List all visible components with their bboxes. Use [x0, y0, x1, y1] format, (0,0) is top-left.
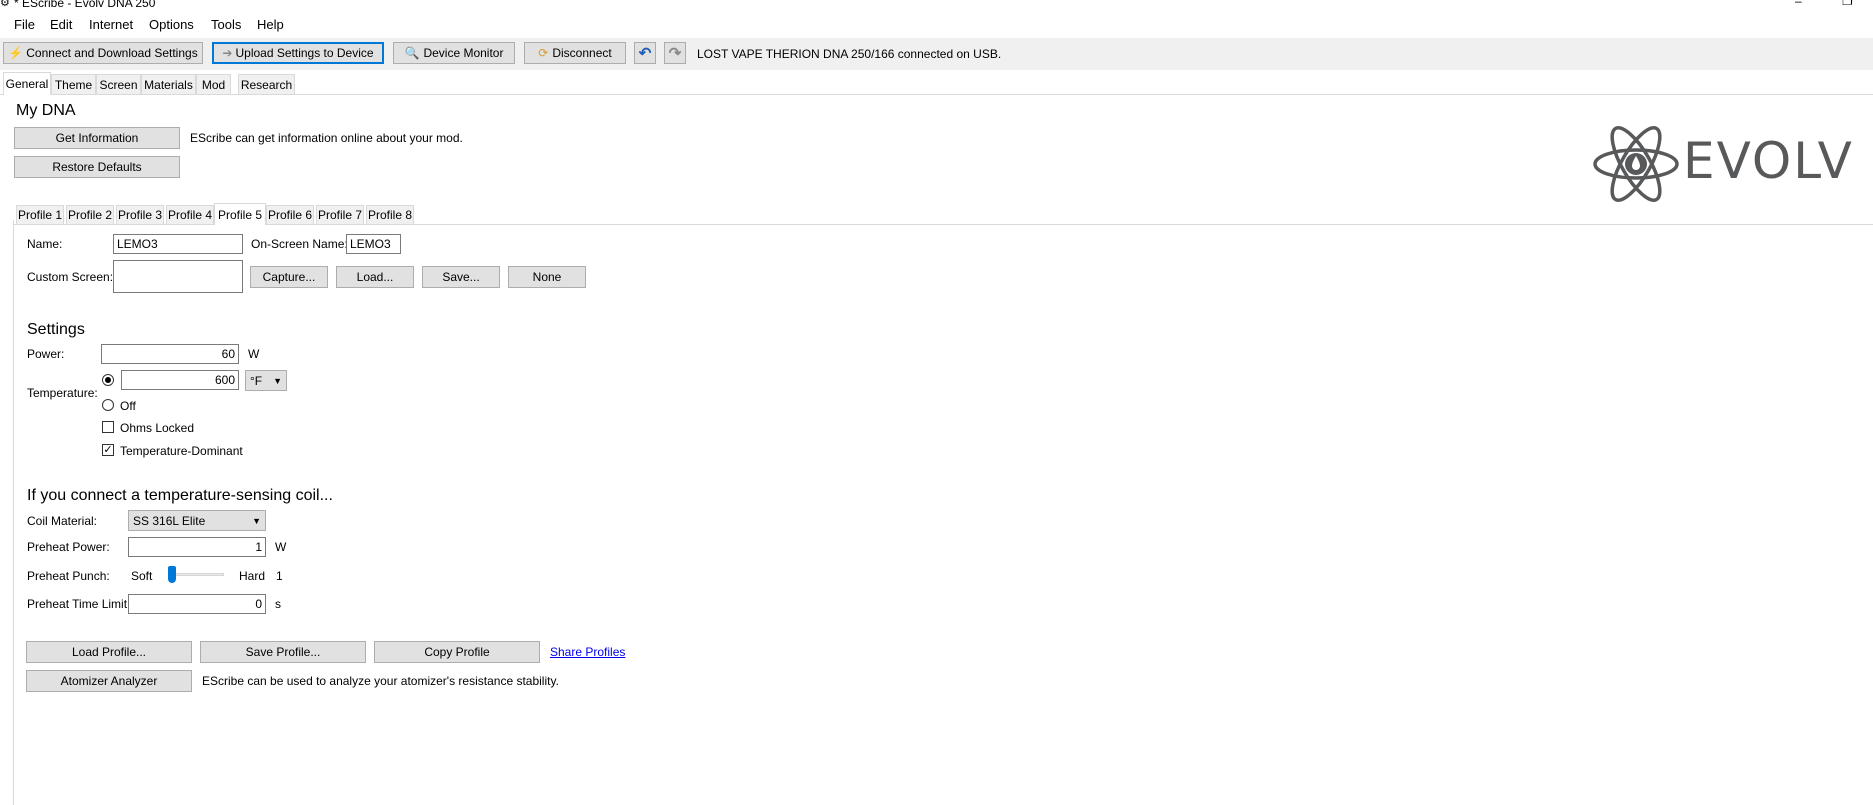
undo-button[interactable]: ↶: [634, 42, 656, 64]
tab-theme[interactable]: Theme: [51, 74, 96, 94]
custom-screen-preview[interactable]: [113, 260, 243, 293]
atomizer-analyzer-desc: EScribe can be used to analyze your atom…: [202, 674, 559, 688]
upload-settings-button[interactable]: ➔ Upload Settings to Device: [212, 42, 384, 64]
connection-status: LOST VAPE THERION DNA 250/166 connected …: [697, 47, 1002, 61]
coil-heading: If you connect a temperature-sensing coi…: [27, 487, 333, 504]
tab-general[interactable]: General: [3, 72, 51, 95]
save-screen-button[interactable]: Save...: [422, 266, 500, 288]
onscreen-name-label: On-Screen Name:: [251, 237, 348, 251]
tab-profile-3[interactable]: Profile 3: [116, 205, 164, 224]
preheat-power-input[interactable]: 1: [128, 537, 266, 557]
get-information-desc: EScribe can get information online about…: [190, 131, 463, 145]
profile-tab-strip: [13, 224, 1873, 225]
disconnect-icon: ⟳: [538, 46, 549, 60]
punch-hard-label: Hard: [239, 569, 266, 583]
download-icon: ⚡: [8, 46, 24, 60]
tab-profile-4[interactable]: Profile 4: [166, 205, 214, 224]
menu-internet[interactable]: Internet: [89, 17, 133, 32]
onscreen-name-input[interactable]: LEMO3: [346, 234, 401, 254]
evolv-logo: EVOLV: [1592, 120, 1873, 208]
undo-icon: ↶: [638, 45, 652, 62]
save-profile-button[interactable]: Save Profile...: [200, 641, 366, 663]
app-icon: ⚙: [0, 0, 10, 9]
tab-profile-5[interactable]: Profile 5: [214, 203, 266, 225]
punch-soft-label: Soft: [131, 569, 153, 583]
tab-profile-7[interactable]: Profile 7: [316, 205, 364, 224]
settings-heading: Settings: [27, 321, 85, 338]
load-screen-button[interactable]: Load...: [336, 266, 414, 288]
chevron-down-icon: ▼: [273, 375, 282, 386]
tab-profile-2[interactable]: Profile 2: [66, 205, 114, 224]
name-input[interactable]: LEMO3: [113, 234, 243, 254]
slider-track: [168, 573, 224, 576]
device-monitor-button[interactable]: 🔍 Device Monitor: [393, 42, 515, 64]
restore-defaults-button[interactable]: Restore Defaults: [14, 156, 180, 178]
preheat-time-input[interactable]: 0: [128, 594, 266, 614]
preheat-time-unit: s: [275, 597, 281, 611]
punch-value: 1: [276, 569, 283, 583]
get-information-button[interactable]: Get Information: [14, 127, 180, 149]
redo-icon: ↷: [668, 45, 682, 62]
tab-materials[interactable]: Materials: [141, 74, 196, 94]
preheat-power-label: Preheat Power:: [27, 540, 110, 554]
power-input[interactable]: 60: [101, 344, 239, 364]
search-icon: 🔍: [404, 46, 420, 60]
ohms-locked-checkbox[interactable]: [102, 421, 114, 433]
tab-profile-1[interactable]: Profile 1: [16, 205, 64, 224]
slider-thumb[interactable]: [168, 566, 176, 583]
preheat-punch-slider[interactable]: [168, 566, 224, 584]
temperature-unit-select[interactable]: °F ▼: [245, 370, 287, 391]
coil-material-select[interactable]: SS 316L Elite ▼: [128, 510, 266, 531]
menu-help[interactable]: Help: [257, 17, 284, 32]
none-screen-button[interactable]: None: [508, 266, 586, 288]
share-profiles-link[interactable]: Share Profiles: [550, 645, 625, 659]
chevron-down-icon: ▼: [252, 515, 261, 526]
menu-options[interactable]: Options: [149, 17, 194, 32]
temperature-off-radio[interactable]: [102, 399, 114, 411]
tab-profile-6[interactable]: Profile 6: [266, 205, 314, 224]
temperature-label: Temperature:: [27, 386, 98, 400]
load-profile-button[interactable]: Load Profile...: [26, 641, 192, 663]
preheat-power-unit: W: [275, 540, 287, 554]
power-label: Power:: [27, 347, 65, 361]
menu-tools[interactable]: Tools: [211, 17, 241, 32]
preheat-punch-label: Preheat Punch:: [27, 569, 110, 583]
copy-profile-button[interactable]: Copy Profile: [374, 641, 540, 663]
logo-text: EVOLV: [1683, 132, 1854, 190]
redo-button[interactable]: ↷: [664, 42, 686, 64]
menu-bar: File Edit Internet Options Tools Help: [0, 14, 1873, 38]
atomizer-analyzer-button[interactable]: Atomizer Analyzer: [26, 670, 192, 692]
checkmark-icon: ✓: [103, 443, 113, 456]
panel-left-border: [13, 220, 14, 805]
custom-screen-label: Custom Screen:: [27, 270, 114, 284]
tab-research[interactable]: Research: [238, 74, 295, 94]
tab-screen[interactable]: Screen: [96, 74, 141, 94]
coil-material-label: Coil Material:: [27, 514, 98, 528]
minimize-icon[interactable]: –: [1795, 0, 1802, 8]
temperature-on-radio[interactable]: [102, 374, 114, 386]
capture-button[interactable]: Capture...: [250, 266, 328, 288]
temperature-input[interactable]: 600: [121, 370, 239, 390]
off-label: Off: [120, 399, 136, 413]
disconnect-button[interactable]: ⟳ Disconnect: [524, 42, 626, 64]
temperature-dominant-label: Temperature-Dominant: [120, 444, 243, 458]
window-title: * EScribe - Evolv DNA 250: [14, 0, 156, 10]
title-bar: ⚙ * EScribe - Evolv DNA 250 – ❐: [0, 0, 1873, 14]
name-label: Name:: [27, 237, 63, 251]
connect-download-button[interactable]: ⚡ Connect and Download Settings: [3, 42, 203, 64]
main-tab-strip: General Theme Screen Materials Mod Resea…: [0, 72, 1873, 95]
atom-logo-icon: [1593, 126, 1679, 202]
toolbar: ⚡ Connect and Download Settings ➔ Upload…: [0, 38, 1873, 70]
menu-file[interactable]: File: [14, 17, 35, 32]
menu-edit[interactable]: Edit: [50, 17, 72, 32]
restore-icon[interactable]: ❐: [1842, 0, 1853, 8]
my-dna-heading: My DNA: [16, 102, 76, 119]
tab-profile-8[interactable]: Profile 8: [366, 205, 414, 224]
temperature-dominant-checkbox[interactable]: ✓: [102, 444, 114, 456]
preheat-time-label: Preheat Time Limit:: [27, 597, 131, 611]
tab-mod[interactable]: Mod: [196, 74, 231, 94]
ohms-locked-label: Ohms Locked: [120, 421, 195, 435]
upload-icon: ➔: [222, 46, 233, 60]
power-unit: W: [248, 347, 260, 361]
